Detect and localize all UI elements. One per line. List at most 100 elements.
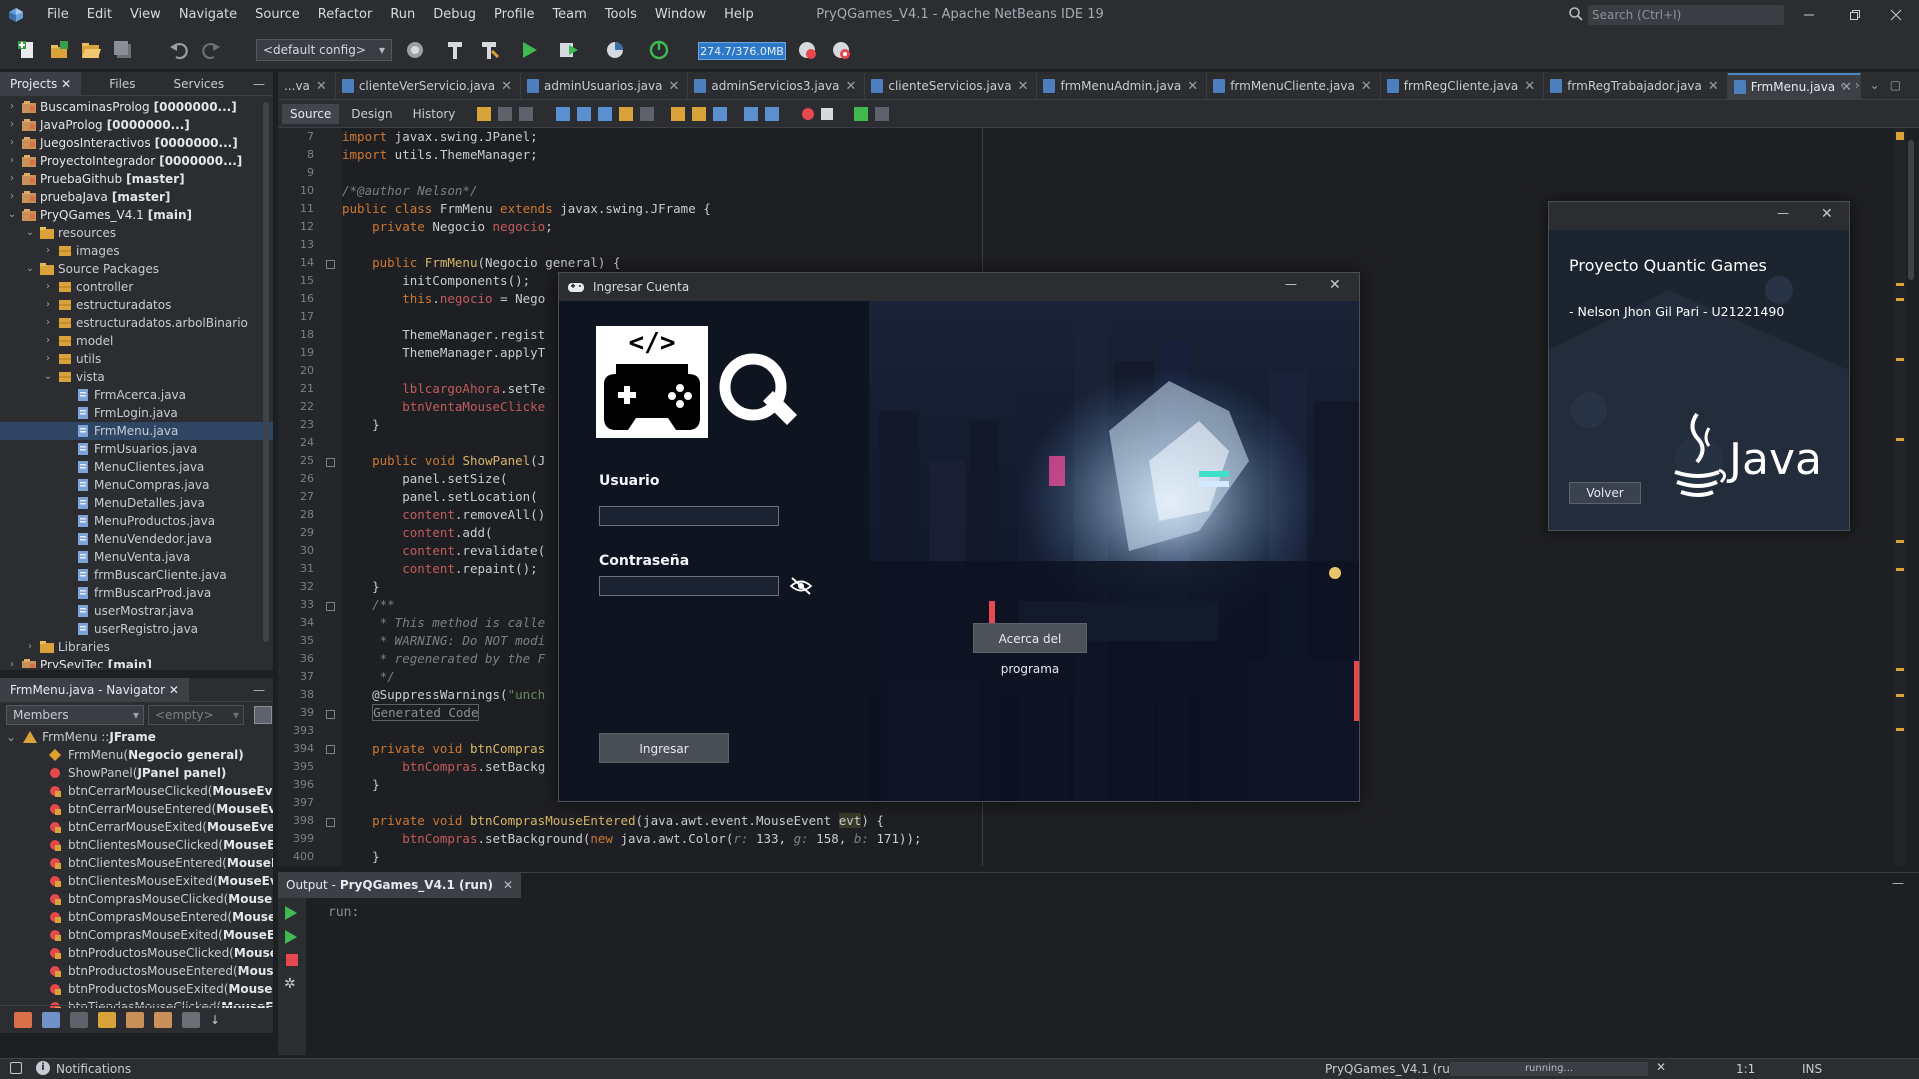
show-fields-icon[interactable] (42, 1011, 60, 1028)
expand-toggle-icon[interactable]: › (42, 278, 54, 296)
expand-toggle-icon[interactable]: ⌄ (6, 730, 16, 744)
navigator-member[interactable]: btnCerrarMouseExited(MouseEvent e (0, 818, 273, 836)
tab-files[interactable]: Files (81, 72, 145, 96)
tree-node[interactable]: › PrySeviTec [main] (0, 656, 273, 668)
find-next-icon[interactable] (598, 106, 613, 121)
editor-tab[interactable]: clienteVerServicio.java ✕ (336, 73, 522, 99)
expand-toggle-icon[interactable]: › (6, 98, 18, 116)
menu-file[interactable]: File (38, 0, 78, 30)
minimize-panel-icon[interactable]: — (253, 683, 265, 697)
fold-toggle-icon[interactable] (326, 260, 335, 269)
fold-toggle-icon[interactable] (326, 710, 335, 719)
profile-button[interactable] (604, 39, 626, 61)
close-tab-icon[interactable]: ✕ (668, 79, 679, 94)
sort-icon[interactable] (182, 1011, 200, 1028)
menu-help[interactable]: Help (715, 0, 763, 30)
memory-indicator[interactable]: 274.7/376.0MB (698, 42, 786, 60)
chevron-down-icon[interactable]: ⌄ (1870, 78, 1880, 92)
tree-node[interactable]: FrmAcerca.java (0, 386, 273, 404)
next-bookmark-icon[interactable] (692, 106, 707, 121)
tree-node[interactable]: › PruebaGithub [master] (0, 170, 273, 188)
view-design-button[interactable]: Design (343, 104, 400, 124)
menu-run[interactable]: Run (381, 0, 424, 30)
view-source-button[interactable]: Source (282, 103, 340, 124)
close-icon[interactable]: ✕ (169, 683, 179, 697)
navigator-member[interactable]: btnProductosMouseClicked(MouseEv (0, 944, 273, 962)
close-icon[interactable]: ✕ (61, 77, 71, 91)
maximize-button[interactable] (1832, 0, 1878, 30)
editor-tab[interactable]: frmRegCliente.java ✕ (1381, 73, 1545, 99)
info-icon[interactable]: i (36, 1061, 50, 1075)
editor-tab[interactable]: frmRegTrabajador.java ✕ (1544, 73, 1728, 99)
warning-marker[interactable] (1896, 132, 1904, 140)
navigator-member[interactable]: btnComprasMouseClicked(MouseEve (0, 890, 273, 908)
menu-navigate[interactable]: Navigate (170, 0, 246, 30)
navigator-member[interactable]: btnProductosMouseEntered(MouseEv (0, 962, 273, 980)
login-button[interactable]: Ingresar (599, 733, 729, 763)
expand-toggle-icon[interactable]: › (42, 314, 54, 332)
target-button[interactable] (404, 39, 426, 61)
build-button[interactable] (444, 39, 466, 61)
close-tab-icon[interactable]: ✕ (1361, 79, 1372, 94)
expand-toggle-icon[interactable]: › (42, 242, 54, 260)
tree-node[interactable]: › BuscaminasProlog [0000000...] (0, 98, 273, 116)
navigator-member[interactable]: btnCerrarMouseEntered(MouseEvent (0, 800, 273, 818)
gc-button[interactable] (796, 39, 818, 61)
last-edit-icon[interactable] (477, 106, 492, 121)
warning-marker[interactable] (1896, 668, 1904, 671)
expand-toggle-icon[interactable]: › (6, 170, 18, 188)
minimize-panel-icon[interactable]: — (253, 77, 265, 91)
minimize-panel-icon[interactable]: — (1892, 876, 1904, 890)
tree-node[interactable]: ⌄ PryQGames_V4.1 [main] (0, 206, 273, 224)
menu-team[interactable]: Team (543, 0, 595, 30)
comment-icon[interactable] (854, 106, 869, 121)
tree-node[interactable]: › estructuradatos.arbolBinario (0, 314, 273, 332)
expand-toggle-icon[interactable]: › (42, 296, 54, 314)
show-inherited-icon[interactable] (14, 1011, 32, 1028)
warning-marker[interactable] (1896, 540, 1904, 543)
show-fqn-icon[interactable] (154, 1011, 172, 1028)
editor-tab[interactable]: adminServicios3.java ✕ (688, 73, 866, 99)
navigator-settings-icon[interactable] (254, 706, 272, 724)
run-button[interactable] (518, 39, 540, 61)
navigator-member[interactable]: btnComprasMouseEntered(MouseEve (0, 908, 273, 926)
warning-marker[interactable] (1896, 298, 1904, 301)
members-filter-select[interactable]: Members ▾ (6, 705, 144, 725)
chevron-right-icon[interactable]: › (1855, 78, 1860, 92)
close-icon[interactable]: ✕ (1329, 277, 1341, 293)
forward-icon[interactable] (519, 106, 534, 121)
editor-tab[interactable]: frmMenuCliente.java ✕ (1207, 73, 1381, 99)
maximize-editor-icon[interactable]: ▢ (1890, 78, 1901, 92)
stop-icon[interactable] (286, 954, 298, 966)
undo-button[interactable] (168, 39, 190, 61)
rerun-debug-icon[interactable] (285, 930, 297, 944)
config-select[interactable]: <default config> ▾ (256, 39, 392, 61)
tree-node[interactable]: › JavaProlog [0000000...] (0, 116, 273, 134)
view-history-button[interactable]: History (405, 104, 464, 124)
find-previous-icon[interactable] (577, 106, 592, 121)
back-button[interactable]: Volver (1569, 482, 1641, 504)
settings-icon[interactable]: ✲ (284, 976, 306, 992)
expand-toggle-icon[interactable]: › (6, 152, 18, 170)
tree-node[interactable]: MenuVenta.java (0, 548, 273, 566)
tree-node[interactable]: userMostrar.java (0, 602, 273, 620)
expand-toggle-icon[interactable]: › (6, 188, 18, 206)
show-nonpublic-icon[interactable] (98, 1011, 116, 1028)
navigator-member[interactable]: ShowPanel(JPanel panel) (0, 764, 273, 782)
tree-node[interactable]: MenuVendedor.java (0, 530, 273, 548)
uncomment-icon[interactable] (875, 106, 890, 121)
close-tab-icon[interactable]: ✕ (1708, 79, 1719, 94)
tab-navigator[interactable]: FrmMenu.java - Navigator ✕ (0, 677, 189, 702)
fold-toggle-icon[interactable] (326, 602, 335, 611)
navigator-member[interactable]: ⌄ FrmMenu :: JFrame (0, 728, 273, 746)
menu-view[interactable]: View (121, 0, 170, 30)
warning-marker[interactable] (1896, 283, 1904, 286)
menu-profile[interactable]: Profile (485, 0, 543, 30)
tree-node[interactable]: ⌄ Source Packages (0, 260, 273, 278)
close-tab-icon[interactable]: ✕ (1524, 79, 1535, 94)
close-window-button[interactable] (1873, 0, 1919, 30)
back-icon[interactable] (498, 106, 513, 121)
snapshot-button[interactable] (830, 39, 852, 61)
close-tab-icon[interactable]: ✕ (501, 79, 512, 94)
tree-node[interactable]: › JuegosInteractivos [0000000...] (0, 134, 273, 152)
